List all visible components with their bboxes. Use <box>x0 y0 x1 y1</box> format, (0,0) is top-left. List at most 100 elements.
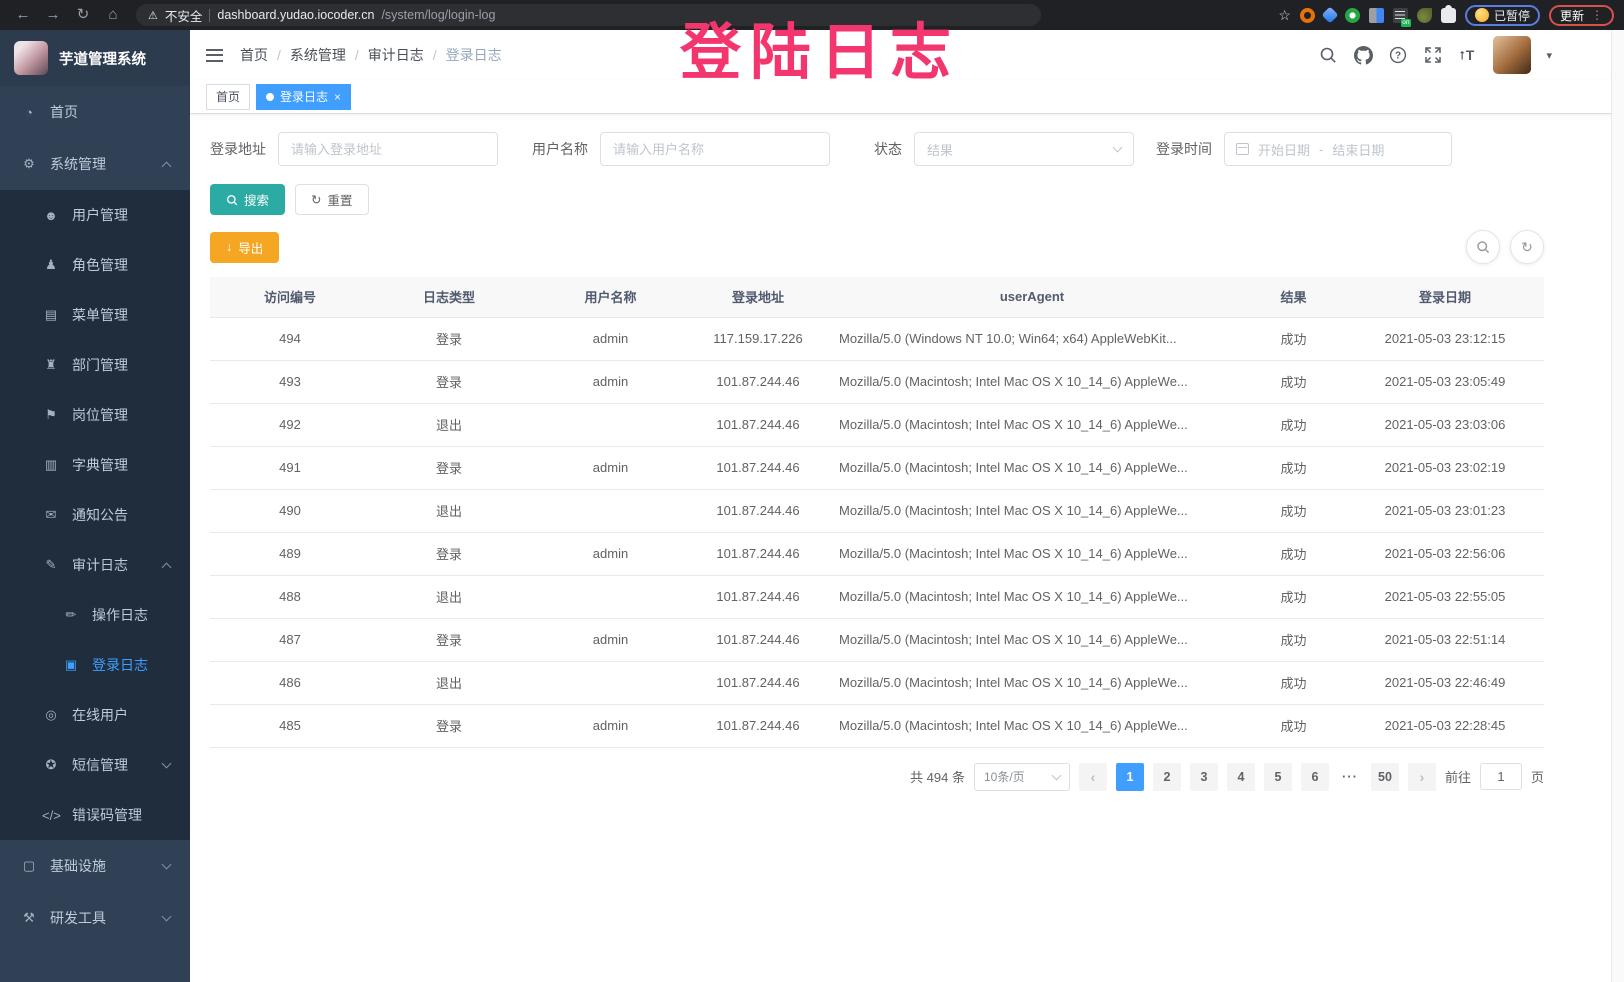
sidebar-item-system-mgmt[interactable]: ⚙系统管理 <box>0 138 190 190</box>
table-row: 492退出101.87.244.46Mozilla/5.0 (Macintosh… <box>210 403 1544 446</box>
table-cell: 488 <box>210 575 370 618</box>
sidebar-item-user-mgmt[interactable]: ☻用户管理 <box>0 190 190 240</box>
sidebar-item-menu-mgmt[interactable]: ▤菜单管理 <box>0 290 190 340</box>
sidebar-item-op-log[interactable]: ✏操作日志 <box>0 590 190 640</box>
breadcrumb-separator: / <box>433 47 437 63</box>
browser-home-button[interactable]: ⌂ <box>100 0 126 30</box>
login-address-input[interactable] <box>278 132 498 166</box>
table-cell <box>528 403 693 446</box>
status-select[interactable]: 结果 <box>914 132 1134 166</box>
tag-label: 首页 <box>216 88 240 105</box>
breadcrumb-item[interactable]: 审计日志 <box>368 45 424 65</box>
chevron-down-icon[interactable]: ▾ <box>1546 49 1552 62</box>
help-icon[interactable]: ? <box>1388 45 1408 65</box>
chevron-up-icon <box>162 562 172 572</box>
notice-icon: ✉ <box>42 507 60 523</box>
login-address-label: 登录地址 <box>210 139 266 159</box>
table-cell: 493 <box>210 360 370 403</box>
scrollbar[interactable] <box>1611 30 1624 982</box>
avatar[interactable] <box>1493 36 1531 74</box>
github-icon[interactable] <box>1353 45 1373 65</box>
tab-home[interactable]: 首页 <box>206 84 250 110</box>
font-size-icon[interactable]: T <box>1458 45 1478 65</box>
login-time-label: 登录时间 <box>1156 139 1212 159</box>
sidebar: 芋道管理系统 ◔ 首页 ⚙系统管理☻用户管理♟角色管理▤菜单管理♜部门管理⚑岗位管理… <box>0 30 190 982</box>
gem-extension-icon[interactable] <box>1321 7 1338 24</box>
reset-button[interactable]: ↻ 重置 <box>295 184 369 215</box>
paused-badge[interactable]: 已暂停 <box>1465 5 1540 26</box>
sidebar-item-post-mgmt[interactable]: ⚑岗位管理 <box>0 390 190 440</box>
breadcrumb-item[interactable]: 登录日志 <box>446 45 502 65</box>
more-pages-icon[interactable]: ··· <box>1338 769 1362 784</box>
sidebar-item-label: 审计日志 <box>72 555 128 575</box>
sidebar-item-dept-mgmt[interactable]: ♜部门管理 <box>0 340 190 390</box>
address-bar[interactable]: ⚠ 不安全 dashboard.yudao.iocoder.cn /system… <box>136 4 1041 26</box>
green-circle-extension-icon[interactable] <box>1345 8 1360 23</box>
sidebar-item-label: 基础设施 <box>50 856 106 876</box>
sidebar-item-error-code-mgmt[interactable]: </>错误码管理 <box>0 790 190 840</box>
breadcrumb-item[interactable]: 系统管理 <box>290 45 346 65</box>
browser-forward-button[interactable]: → <box>40 0 66 30</box>
sidebar-item-home[interactable]: ◔ 首页 <box>0 86 190 138</box>
sidebar-item-login-log[interactable]: ▣登录日志 <box>0 640 190 690</box>
breadcrumb: 首页/系统管理/审计日志/登录日志 <box>240 45 502 65</box>
kebab-menu-icon[interactable]: ⋮ <box>1591 8 1603 22</box>
sidebar-item-notice[interactable]: ✉通知公告 <box>0 490 190 540</box>
sidebar-item-infrastructure[interactable]: ▢基础设施 <box>0 840 190 892</box>
sidebar-item-sms-mgmt[interactable]: ✪短信管理 <box>0 740 190 790</box>
search-icon[interactable] <box>1318 45 1338 65</box>
toggle-search-button[interactable] <box>1466 230 1500 264</box>
browser-reload-button[interactable]: ↻ <box>70 0 96 30</box>
page-size-select[interactable]: 10条/页 <box>974 763 1070 791</box>
page-size-value: 10条/页 <box>984 768 1025 785</box>
page-button-6[interactable]: 6 <box>1301 763 1329 791</box>
breadcrumb-item[interactable]: 首页 <box>240 45 268 65</box>
app-logo[interactable]: 芋道管理系统 <box>0 30 190 86</box>
page-button-4[interactable]: 4 <box>1227 763 1255 791</box>
page-button-3[interactable]: 3 <box>1190 763 1218 791</box>
browser-back-button[interactable]: ← <box>10 0 36 30</box>
sidebar-item-audit-log[interactable]: ✎审计日志 <box>0 540 190 590</box>
bookmark-star-icon[interactable]: ☆ <box>1278 7 1291 24</box>
sidebar-item-online-users[interactable]: ◎在线用户 <box>0 690 190 740</box>
page-button-50[interactable]: 50 <box>1371 763 1399 791</box>
date-range-picker[interactable]: 开始日期 - 结束日期 <box>1224 132 1452 166</box>
table-body: 494登录admin117.159.17.226Mozilla/5.0 (Win… <box>210 317 1544 747</box>
table-cell: 退出 <box>370 661 528 704</box>
leaf-extension-icon[interactable] <box>1417 8 1432 23</box>
page-button-1[interactable]: 1 <box>1116 763 1144 791</box>
next-page-button[interactable]: › <box>1408 763 1436 791</box>
sidebar-item-dict-mgmt[interactable]: ▥字典管理 <box>0 440 190 490</box>
username-input[interactable] <box>600 132 830 166</box>
goto-label: 前往 <box>1445 767 1471 786</box>
browser-chrome: ← → ↻ ⌂ ⚠ 不安全 dashboard.yudao.iocoder.cn… <box>0 0 1624 30</box>
search-button[interactable]: 搜索 <box>210 184 285 215</box>
table-cell: 2021-05-03 22:46:49 <box>1346 661 1544 704</box>
sidebar-item-label: 首页 <box>50 102 78 122</box>
column-header: 登录日期 <box>1346 277 1544 317</box>
prev-page-button[interactable]: ‹ <box>1079 763 1107 791</box>
tab-login-log[interactable]: 登录日志× <box>256 84 351 110</box>
update-button[interactable]: 更新 ⋮ <box>1549 5 1614 26</box>
donut-extension-icon[interactable] <box>1300 8 1315 23</box>
dashboard-icon: ◔ <box>20 105 38 120</box>
table-cell: 101.87.244.46 <box>693 575 823 618</box>
fullscreen-icon[interactable] <box>1423 45 1443 65</box>
page-button-2[interactable]: 2 <box>1153 763 1181 791</box>
tag-dot <box>266 93 274 101</box>
sidebar-item-dev-tools[interactable]: ⚒研发工具 <box>0 892 190 944</box>
table-cell: 成功 <box>1241 360 1346 403</box>
export-button[interactable]: ↓ 导出 <box>210 232 279 263</box>
dept-icon: ♜ <box>42 357 60 373</box>
sidebar-item-role-mgmt[interactable]: ♟角色管理 <box>0 240 190 290</box>
close-icon[interactable]: × <box>334 90 341 104</box>
table-tools: ↻ <box>1466 230 1544 264</box>
main-area: 首页/系统管理/审计日志/登录日志 ? T ▾ <box>190 30 1624 982</box>
refresh-button[interactable]: ↻ <box>1510 230 1544 264</box>
page-button-5[interactable]: 5 <box>1264 763 1292 791</box>
list-on-extension-icon[interactable]: on <box>1393 8 1408 23</box>
hamburger-icon[interactable] <box>206 49 223 62</box>
grid-extension-icon[interactable] <box>1369 8 1384 23</box>
goto-page-input[interactable] <box>1480 763 1522 790</box>
puzzle-extension-icon[interactable] <box>1441 8 1456 23</box>
